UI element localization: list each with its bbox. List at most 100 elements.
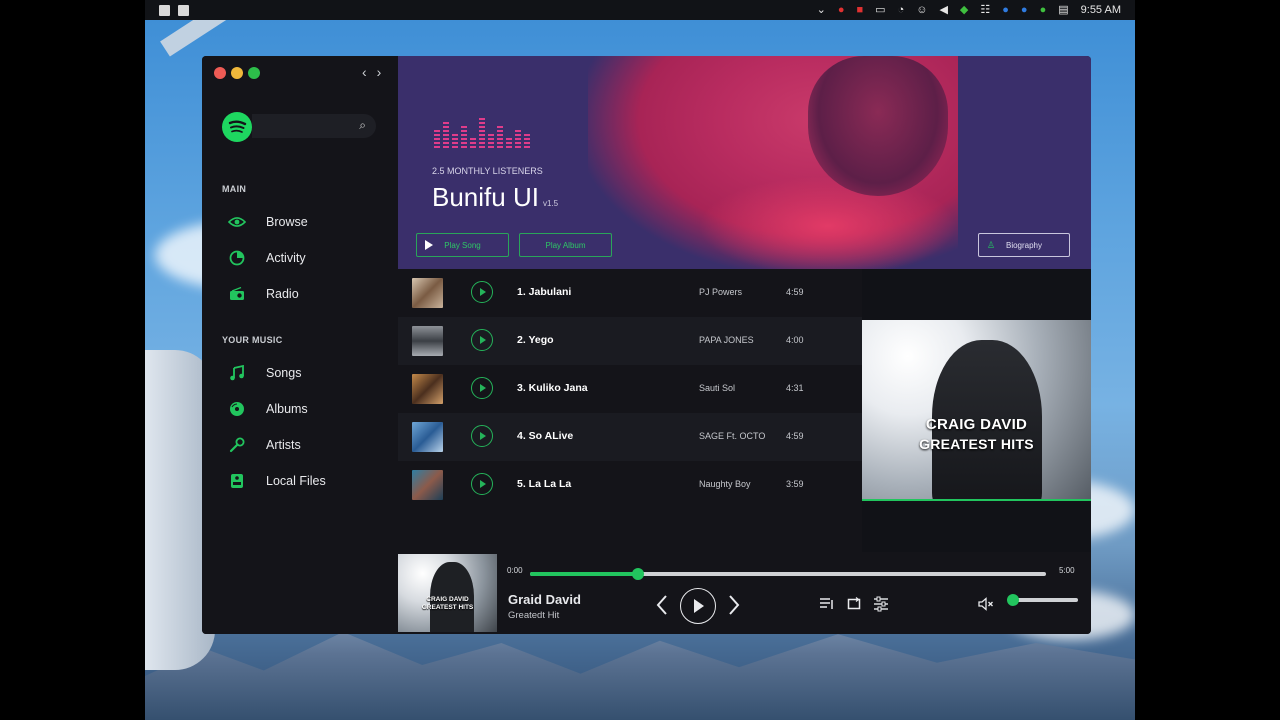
track-row[interactable]: 2. Yego PAPA JONES 4:00 [398,317,862,365]
taskbar-app-icon[interactable] [178,4,189,16]
search-icon[interactable]: ⌕ [359,118,366,133]
track-row[interactable]: 5. La La La Naughty Boy 3:59 [398,461,862,509]
sidebar-item-radio[interactable]: Radio [228,284,299,304]
play-circle-icon[interactable] [471,473,493,495]
play-album-button[interactable]: Play Album [519,233,612,257]
track-thumbnail [412,374,443,404]
back-arrow-icon[interactable]: ‹ [362,64,367,80]
repeat-icon[interactable] [847,597,861,616]
play-song-button[interactable]: Play Song [416,233,509,257]
disc-icon [228,400,246,418]
progress-handle[interactable] [632,568,645,580]
play-song-label: Play Song [444,240,481,250]
sidebar-item-artists[interactable]: Artists [228,435,301,455]
clock[interactable]: 9:55 AM [1081,0,1121,20]
next-icon[interactable] [728,594,740,621]
sidebar-item-label: Browse [266,215,308,229]
chevron-up-icon[interactable]: ⌄ [817,0,826,20]
artist-title: Bunifu UI v1.5 [432,182,558,213]
sidebar-item-albums[interactable]: Albums [228,399,308,419]
system-taskbar: ⌄ ● ■ ▭ ◔ ☺ ◀ ◆ ☷ ● ● ● ▤ 9:55 AM [145,0,1135,20]
equalizer-bar [506,136,512,148]
volume-slider[interactable] [1007,594,1078,606]
microphone-icon [228,436,246,454]
artist-title-text: Bunifu UI [432,182,539,212]
wifi-icon[interactable]: ◔ [898,0,905,20]
time-total: 5:00 [1059,566,1075,575]
track-duration: 4:31 [786,383,804,393]
sidebar-item-songs[interactable]: Songs [228,363,301,383]
play-circle-icon[interactable] [471,281,493,303]
beats-icon[interactable]: ● [838,0,845,20]
taskbar-app-icon[interactable] [159,4,170,16]
close-button[interactable] [214,67,226,79]
minimize-button[interactable] [231,67,243,79]
tray-app-icon[interactable]: ◆ [960,0,968,20]
tray-app-icon[interactable]: ● [1040,0,1047,20]
eye-icon [228,213,246,231]
play-album-label: Play Album [545,240,586,250]
equalizer-bar [443,122,449,148]
forward-arrow-icon[interactable]: › [377,64,382,80]
track-list: 1. Jabulani PJ Powers 4:59 2. Yego PAPA … [398,269,862,552]
album-cover[interactable]: CRAIG DAVID GREATEST HITS [862,320,1091,501]
sidebar-item-browse[interactable]: Browse [228,212,308,232]
version-badge: v1.5 [542,199,559,208]
playlist-icon[interactable] [819,597,834,616]
track-thumbnail [412,470,443,500]
now-playing-cover[interactable]: CRAIG DAVID GREATEST HITS [398,554,497,632]
track-row[interactable]: 3. Kuliko Jana Sauti Sol 4:31 [398,365,862,413]
airplane-wing [160,20,858,57]
biography-button[interactable]: ♙ Biography [978,233,1070,257]
time-current: 0:00 [507,566,523,575]
spotify-logo-icon[interactable] [222,112,252,142]
equalizer-bar [470,136,476,148]
radio-icon [228,285,246,303]
track-artist: SAGE Ft. OCTO [699,431,766,441]
track-artist: Sauti Sol [699,383,736,393]
search-input[interactable]: ⌕ [252,114,376,138]
now-playing-cover-line1: CRAIG DAVID [426,596,469,603]
biography-label: Biography [1005,240,1043,250]
equalizer-graphic [434,118,530,148]
play-circle-icon[interactable] [471,377,493,399]
network-icon[interactable]: ☷ [980,0,990,20]
album-cover-line1: CRAIG DAVID [925,416,1028,433]
progress-bar[interactable] [530,568,1046,580]
bluetooth-icon[interactable]: ● [1002,0,1009,20]
chat-icon[interactable]: ☺ [916,0,927,20]
track-name: 1. Jabulani [517,286,572,298]
track-row[interactable]: 1. Jabulani PJ Powers 4:59 [398,269,862,317]
sidebar-item-label: Albums [266,402,308,416]
music-player-window: ‹ › ⌕ MAIN Browse Activity Radio YOUR MU… [202,56,1091,634]
mute-icon[interactable] [978,597,994,616]
sidebar-item-local-files[interactable]: Local Files [228,471,326,491]
equalizer-bar [461,126,467,148]
sidebar-item-activity[interactable]: Activity [228,248,306,268]
maximize-button[interactable] [248,67,260,79]
sidebar: ‹ › ⌕ MAIN Browse Activity Radio YOUR MU… [202,56,398,634]
track-row[interactable]: 4. So ALive SAGE Ft. OCTO 4:59 [398,413,862,461]
equalizer-settings-icon[interactable] [873,596,889,617]
track-thumbnail [412,278,443,308]
track-duration: 4:59 [786,287,804,297]
sidebar-item-label: Local Files [266,474,326,488]
media-icon[interactable]: ■ [857,0,864,20]
play-circle-icon[interactable] [471,425,493,447]
battery-icon[interactable]: ▭ [875,0,885,20]
track-thumbnail [412,422,443,452]
previous-icon[interactable] [656,594,668,621]
notification-icon[interactable]: ▤ [1058,0,1068,20]
track-artist: PJ Powers [699,287,743,297]
artist-photo-face [808,56,948,196]
volume-icon[interactable]: ◀ [939,0,947,20]
equalizer-bar [524,134,530,148]
volume-handle[interactable] [1007,594,1020,606]
section-title-your-music: YOUR MUSIC [222,335,283,345]
monthly-listeners: 2.5 MONTHLY LISTENERS [432,166,543,176]
music-note-icon [228,364,246,382]
equalizer-bar [515,128,521,148]
play-pause-button[interactable] [680,588,716,624]
tray-app-icon[interactable]: ● [1021,0,1028,20]
play-circle-icon[interactable] [471,329,493,351]
